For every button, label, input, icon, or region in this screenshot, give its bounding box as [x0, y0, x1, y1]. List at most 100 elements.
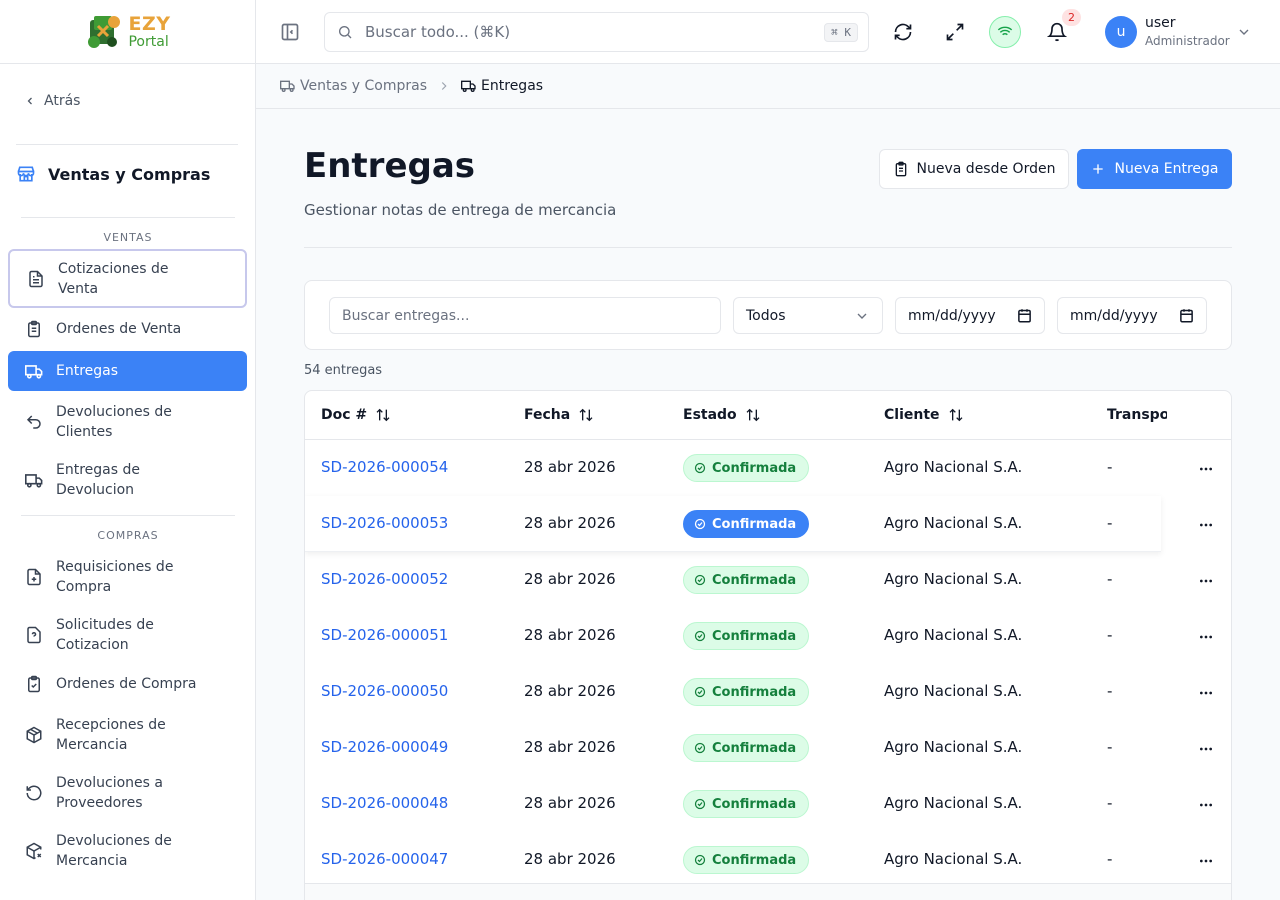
- delivery-date: 28 abr 2026: [524, 850, 616, 868]
- sort-icon: [579, 408, 593, 422]
- back-label: Atrás: [44, 93, 81, 109]
- status-filter-select[interactable]: Todos: [733, 297, 883, 334]
- check-circle-icon: [694, 630, 706, 642]
- global-search[interactable]: ⌘ K: [324, 12, 869, 52]
- ezy-portal-logo[interactable]: EZY Portal: [84, 12, 170, 52]
- connection-status-button[interactable]: [989, 16, 1021, 48]
- date-to-input[interactable]: mm/dd/yyyy: [1057, 297, 1207, 334]
- doc-number-link[interactable]: SD-2026-000051: [321, 626, 448, 644]
- sidebar-item-label: Requisiciones de: [56, 559, 174, 575]
- status-badge: Confirmada: [683, 454, 810, 482]
- back-link[interactable]: Atrás: [24, 93, 80, 109]
- sidebar-item-deliveries[interactable]: Entregas: [8, 351, 247, 391]
- new-delivery-button[interactable]: Nueva Entrega: [1077, 149, 1232, 189]
- table-row[interactable]: SD-2026-000048 28 abr 2026 Confirmada Agro …: [305, 776, 1231, 832]
- sidebar-toggle-button[interactable]: [280, 22, 300, 42]
- table-row[interactable]: SD-2026-000053 28 abr 2026 Confirmada Agro …: [305, 496, 1212, 552]
- table-footer: [305, 883, 1231, 900]
- breadcrumb-label: Entregas: [481, 78, 544, 94]
- search-icon: [339, 26, 352, 39]
- row-actions-button[interactable]: [1198, 629, 1214, 649]
- sort-icon: [746, 408, 760, 422]
- check-circle-icon: [694, 574, 706, 586]
- doc-number-link[interactable]: SD-2026-000049: [321, 738, 448, 756]
- row-actions-button[interactable]: [1198, 685, 1214, 705]
- undo-icon: [24, 412, 44, 432]
- table-row[interactable]: SD-2026-000049 28 abr 2026 Confirmada Agro …: [305, 720, 1231, 776]
- sidebar-item-label: Ordenes de Venta: [56, 321, 182, 337]
- table-row[interactable]: SD-2026-000050 28 abr 2026 Confirmada Agro …: [305, 664, 1231, 720]
- logo-text-portal: Portal: [128, 33, 169, 50]
- file-plus-icon: [24, 567, 44, 587]
- user-avatar[interactable]: u: [1105, 16, 1137, 48]
- store-icon: [17, 166, 35, 182]
- date-from-value: mm/dd/yyyy: [908, 307, 996, 324]
- global-search-input[interactable]: [365, 23, 825, 41]
- column-header-doc[interactable]: Doc #: [321, 407, 391, 423]
- more-horizontal-icon: [1200, 691, 1212, 695]
- doc-number-link[interactable]: SD-2026-000048: [321, 794, 448, 812]
- row-actions-button[interactable]: [1198, 517, 1214, 537]
- sidebar-divider: [21, 515, 235, 516]
- sidebar-item-label: Venta: [58, 280, 99, 297]
- fullscreen-button[interactable]: [939, 16, 971, 48]
- sidebar-item-label: Proveedores: [56, 795, 143, 811]
- status-badge: Confirmada: [683, 566, 810, 594]
- doc-number-link[interactable]: SD-2026-000050: [321, 682, 448, 700]
- column-header-date[interactable]: Fecha: [524, 407, 594, 423]
- check-circle-icon: [694, 742, 706, 754]
- sidebar-item-purchase-orders[interactable]: Ordenes de Compra: [8, 665, 247, 703]
- column-header-client[interactable]: Cliente: [884, 407, 964, 423]
- doc-number-link[interactable]: SD-2026-000047: [321, 850, 448, 868]
- row-actions-button[interactable]: [1198, 853, 1214, 873]
- doc-number-link[interactable]: SD-2026-000052: [321, 570, 448, 588]
- more-horizontal-icon: [1200, 635, 1212, 639]
- user-menu-toggle[interactable]: [1236, 24, 1252, 44]
- delivery-date: 28 abr 2026: [524, 794, 616, 812]
- sidebar-item-supplier-returns[interactable]: Devoluciones a Proveedores: [8, 770, 247, 816]
- sidebar-item-label: Solicitudes de: [56, 617, 154, 633]
- sidebar-item-sales-quotes[interactable]: Cotizaciones de Venta: [8, 249, 247, 308]
- column-header-carrier[interactable]: Transportista: [1107, 407, 1167, 423]
- sidebar-item-customer-returns[interactable]: Devoluciones de Clientes: [8, 399, 247, 445]
- row-actions-button[interactable]: [1198, 741, 1214, 761]
- sidebar-item-goods-receipts[interactable]: Recepciones de Mercancia: [8, 712, 247, 758]
- row-actions-button[interactable]: [1198, 797, 1214, 817]
- rotate-ccw-icon: [24, 783, 44, 803]
- deliveries-search-input[interactable]: [329, 297, 721, 334]
- sidebar-item-purchase-requisitions[interactable]: Requisiciones de Compra: [8, 554, 247, 600]
- wifi-icon: [997, 26, 1013, 39]
- refresh-button[interactable]: [887, 16, 919, 48]
- new-from-order-button[interactable]: Nueva desde Orden: [879, 149, 1069, 189]
- client-name: Agro Nacional S.A.: [884, 738, 1023, 756]
- button-label: Nueva desde Orden: [916, 161, 1056, 177]
- row-actions-button[interactable]: [1198, 461, 1214, 481]
- carrier-value: -: [1107, 850, 1113, 868]
- delivery-date: 28 abr 2026: [524, 626, 616, 644]
- column-header-status[interactable]: Estado: [683, 407, 761, 423]
- sidebar-item-label: Entregas de: [56, 462, 140, 478]
- sidebar-item-label: Mercancia: [56, 737, 128, 753]
- doc-number-link[interactable]: SD-2026-000054: [321, 458, 448, 476]
- breadcrumb-item-sales-purchases[interactable]: Ventas y Compras: [280, 78, 427, 94]
- date-from-input[interactable]: mm/dd/yyyy: [895, 297, 1045, 334]
- truck-icon: [280, 80, 295, 92]
- carrier-value: -: [1107, 626, 1113, 644]
- table-row[interactable]: SD-2026-000054 28 abr 2026 Confirmada Agro …: [305, 440, 1231, 496]
- client-name: Agro Nacional S.A.: [884, 514, 1023, 532]
- status-label: Confirmada: [712, 684, 797, 700]
- sidebar-item-quote-requests[interactable]: Solicitudes de Cotizacion: [8, 612, 247, 658]
- status-badge: Confirmada: [683, 790, 810, 818]
- sidebar-item-return-deliveries[interactable]: Entregas de Devolucion: [8, 457, 247, 503]
- row-actions-button[interactable]: [1198, 573, 1214, 593]
- table-row[interactable]: SD-2026-000051 28 abr 2026 Confirmada Agro …: [305, 608, 1231, 664]
- status-label: Confirmada: [712, 796, 797, 812]
- logo-text-ezy: EZY: [128, 12, 171, 35]
- sidebar-item-label: Clientes: [56, 424, 113, 440]
- sidebar-item-sales-orders[interactable]: Ordenes de Venta: [8, 310, 247, 348]
- table-row[interactable]: SD-2026-000047 28 abr 2026 Confirmada Agro …: [305, 832, 1231, 888]
- sidebar-item-label: Devoluciones de: [56, 404, 172, 420]
- table-row[interactable]: SD-2026-000052 28 abr 2026 Confirmada Agro …: [305, 552, 1231, 608]
- sidebar-item-goods-returns[interactable]: Devoluciones de Mercancia: [8, 828, 247, 874]
- doc-number-link[interactable]: SD-2026-000053: [321, 514, 448, 532]
